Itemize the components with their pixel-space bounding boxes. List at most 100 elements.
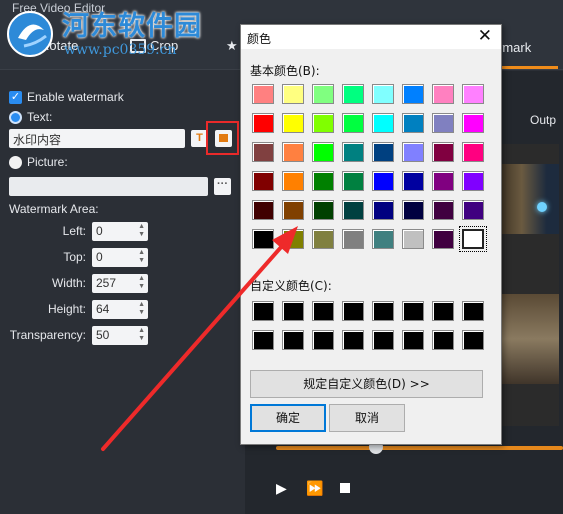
basic-color-swatch[interactable] <box>342 84 364 104</box>
transparency-stepper[interactable]: 50 ▲ ▼ <box>92 326 148 345</box>
enable-watermark-label: Enable watermark <box>27 90 124 104</box>
define-custom-colors-button[interactable]: 规定自定义颜色(D) >> <box>250 370 483 398</box>
play-icon[interactable]: ▶ <box>276 480 287 497</box>
basic-color-swatch[interactable] <box>342 229 364 249</box>
close-icon[interactable]: ✕ <box>478 26 492 46</box>
basic-color-swatch[interactable] <box>252 229 274 249</box>
stepper-arrows-icon[interactable]: ▲ ▼ <box>138 223 145 239</box>
basic-color-swatch[interactable] <box>462 84 484 104</box>
custom-color-swatch[interactable] <box>252 301 274 321</box>
basic-color-swatch[interactable] <box>252 171 274 191</box>
basic-color-swatch[interactable] <box>372 113 394 133</box>
text-option-row[interactable]: Text: <box>9 110 52 124</box>
basic-color-swatch[interactable] <box>252 142 274 162</box>
custom-color-swatch[interactable] <box>252 330 274 350</box>
basic-color-swatch[interactable] <box>372 84 394 104</box>
picture-radio[interactable] <box>9 155 22 169</box>
basic-color-swatch[interactable] <box>432 142 454 162</box>
basic-color-swatch[interactable] <box>402 229 424 249</box>
width-stepper[interactable]: 257 ▲ ▼ <box>92 274 148 293</box>
custom-color-swatch[interactable] <box>312 301 334 321</box>
basic-color-swatch[interactable] <box>462 171 484 191</box>
basic-color-swatch[interactable] <box>372 171 394 191</box>
width-value: 257 <box>96 276 117 290</box>
basic-color-swatch[interactable] <box>432 200 454 220</box>
custom-color-swatch[interactable] <box>342 330 364 350</box>
enable-watermark-row[interactable]: ✓ Enable watermark <box>9 90 124 104</box>
basic-color-swatch[interactable] <box>432 113 454 133</box>
basic-color-swatch[interactable] <box>282 142 304 162</box>
text-radio[interactable] <box>9 110 22 124</box>
basic-color-swatch[interactable] <box>252 84 274 104</box>
basic-color-swatch[interactable] <box>282 229 304 249</box>
basic-color-swatch[interactable] <box>282 113 304 133</box>
transparency-value: 50 <box>96 328 110 342</box>
font-icon: T <box>196 132 203 144</box>
basic-color-swatch[interactable] <box>372 142 394 162</box>
basic-color-swatch[interactable] <box>402 171 424 191</box>
basic-color-swatch[interactable] <box>459 226 487 252</box>
watermark-tool-button[interactable]: rmark <box>498 40 531 55</box>
basic-color-swatch[interactable] <box>312 142 334 162</box>
watermark-text-input[interactable]: 水印内容 <box>9 129 185 148</box>
enable-watermark-checkbox[interactable]: ✓ <box>9 90 22 104</box>
basic-color-swatch[interactable] <box>282 200 304 220</box>
timeline-slider[interactable] <box>276 446 563 450</box>
basic-color-swatch[interactable] <box>462 200 484 220</box>
basic-color-swatch[interactable] <box>402 84 424 104</box>
effect-tool-button[interactable]: ★ <box>226 38 238 54</box>
basic-color-swatch[interactable] <box>282 171 304 191</box>
fast-forward-icon[interactable]: ⏩ <box>306 480 323 497</box>
cancel-button[interactable]: 取消 <box>329 404 405 432</box>
custom-color-swatch[interactable] <box>462 330 484 350</box>
custom-color-swatch[interactable] <box>372 301 394 321</box>
basic-color-swatch[interactable] <box>312 171 334 191</box>
custom-color-swatch[interactable] <box>462 301 484 321</box>
basic-color-swatch[interactable] <box>432 171 454 191</box>
stop-icon[interactable] <box>340 483 350 493</box>
custom-color-swatch[interactable] <box>372 330 394 350</box>
custom-color-swatch[interactable] <box>312 330 334 350</box>
tab-output[interactable]: Outp <box>530 113 556 127</box>
basic-color-swatch[interactable] <box>372 200 394 220</box>
basic-color-swatch[interactable] <box>462 113 484 133</box>
basic-color-swatch[interactable] <box>342 171 364 191</box>
basic-color-swatch[interactable] <box>312 229 334 249</box>
custom-color-swatch[interactable] <box>432 330 454 350</box>
basic-color-swatch[interactable] <box>432 229 454 249</box>
picture-path-input[interactable] <box>9 177 208 196</box>
height-stepper[interactable]: 64 ▲ ▼ <box>92 300 148 319</box>
stepper-arrows-icon[interactable]: ▲ ▼ <box>138 327 145 343</box>
basic-color-swatch[interactable] <box>402 142 424 162</box>
basic-color-swatch[interactable] <box>312 113 334 133</box>
basic-color-swatch[interactable] <box>432 84 454 104</box>
stepper-arrows-icon[interactable]: ▲ ▼ <box>138 249 145 265</box>
basic-color-swatch[interactable] <box>252 113 274 133</box>
basic-color-swatch[interactable] <box>342 113 364 133</box>
custom-color-swatch[interactable] <box>402 330 424 350</box>
basic-colors-grid <box>252 84 487 252</box>
basic-color-swatch[interactable] <box>312 200 334 220</box>
basic-color-swatch[interactable] <box>312 84 334 104</box>
custom-color-swatch[interactable] <box>402 301 424 321</box>
custom-color-swatch[interactable] <box>282 301 304 321</box>
basic-color-swatch[interactable] <box>402 113 424 133</box>
effect-star-icon: ★ <box>226 38 238 53</box>
basic-color-swatch[interactable] <box>402 200 424 220</box>
left-stepper[interactable]: 0 ▲ ▼ <box>92 222 148 241</box>
top-stepper[interactable]: 0 ▲ ▼ <box>92 248 148 267</box>
basic-color-swatch[interactable] <box>252 200 274 220</box>
stepper-arrows-icon[interactable]: ▲ ▼ <box>138 275 145 291</box>
custom-color-swatch[interactable] <box>432 301 454 321</box>
basic-color-swatch[interactable] <box>282 84 304 104</box>
browse-button[interactable]: ··· <box>214 178 231 195</box>
custom-color-swatch[interactable] <box>342 301 364 321</box>
basic-color-swatch[interactable] <box>462 142 484 162</box>
stepper-arrows-icon[interactable]: ▲ ▼ <box>138 301 145 317</box>
basic-color-swatch[interactable] <box>342 200 364 220</box>
basic-color-swatch[interactable] <box>372 229 394 249</box>
custom-color-swatch[interactable] <box>282 330 304 350</box>
basic-color-swatch[interactable] <box>342 142 364 162</box>
ok-button[interactable]: 确定 <box>250 404 326 432</box>
picture-option-row[interactable]: Picture: <box>9 155 68 169</box>
